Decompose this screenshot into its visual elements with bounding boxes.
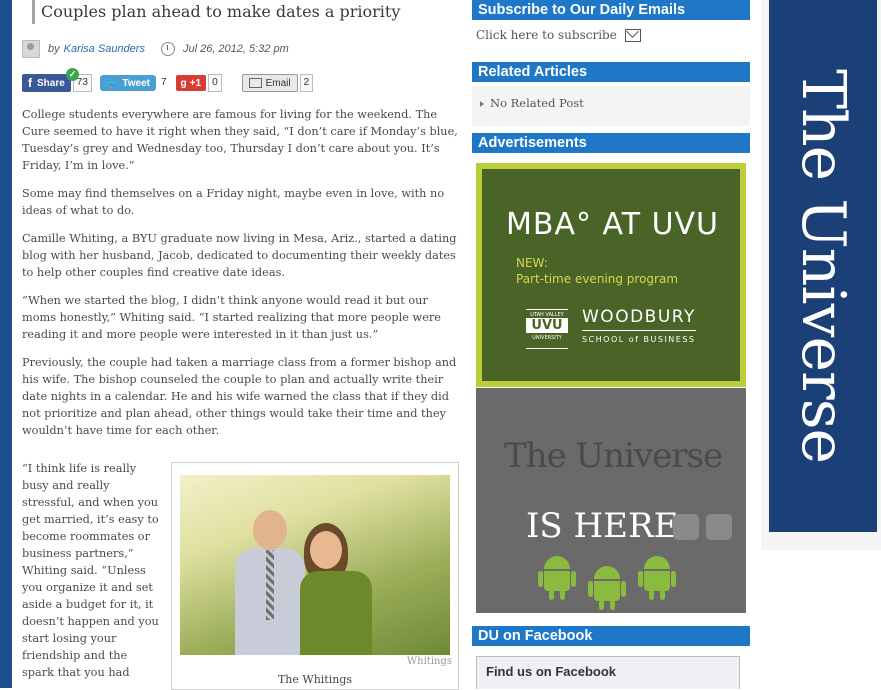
article-paragraph: Some may find themselves on a Friday nig… [22,187,445,217]
author-avatar-icon [22,40,40,58]
android-icon [538,556,576,600]
photo-watermark: Whitings [406,656,452,667]
related-item: No Related Post [480,96,584,110]
clock-icon [160,42,175,56]
universe-advertisement[interactable]: The Universe IS HERE [476,388,746,613]
universe-banner-text: The Universe [788,68,858,464]
facebook-share-button[interactable]: f Share ✓ [22,68,79,92]
advertisements-heading: Advertisements [472,133,750,153]
woman-head [310,531,342,569]
android-icon [638,556,676,600]
android-leg-left [599,600,604,610]
mba-new-text: NEW: Part-time evening program [516,255,678,287]
uvu-logo-main: UVU [526,318,568,333]
facebook-widget-label: Find us on Facebook [486,664,617,679]
woodbury-logo: WOODBURY SCHOOL of BUSINESS [582,307,696,344]
facebook-widget-box[interactable]: Find us on Facebook [476,656,740,689]
mba-ad-panel: MBA° AT UVU NEW: Part-time evening progr… [482,169,740,381]
email-label: Email [265,77,291,89]
android-head [644,556,670,569]
man-head [253,510,287,550]
related-articles-heading: Related Articles [472,62,750,82]
facebook-widget-heading: DU on Facebook [472,626,750,646]
tweet-label: Tweet [122,77,150,89]
facebook-icon: f [28,76,32,90]
universe-ad-tagline: IS HERE [526,506,679,546]
android-arm-left [588,581,593,597]
woodbury-school-line: SCHOOL of BUSINESS [582,335,696,344]
tweet-count: 7 [160,77,167,88]
related-item-label: No Related Post [490,96,584,110]
apple-icon [673,514,699,540]
man-figure [235,510,305,655]
android-icon [588,566,626,610]
uvu-logo: UTAH VALLEY UVU UNIVERSITY [526,309,568,349]
article-paragraph: Camille Whiting, a BYU graduate now livi… [22,232,457,279]
android-arm-left [638,571,643,587]
byline: by Karisa Saunders Jul 26, 2012, 5:32 pm [22,40,289,58]
android-body [594,581,620,601]
google-plus-label: +1 [189,77,202,89]
android-arm-right [671,571,676,587]
android-arm-left [538,571,543,587]
tweet-button[interactable]: 🐦 Tweet [99,75,156,91]
facebook-share-label: Share [37,77,65,89]
man-tie [266,550,274,620]
android-arm-right [621,581,626,597]
article-paragraph: Previously, the couple had taken a marri… [22,356,457,437]
android-arm-right [571,571,576,587]
mba-title: MBA° AT UVU [506,207,720,242]
article-photo-frame: Whitings The Whitings [171,462,459,690]
subscribe-link[interactable]: Click here to subscribe [476,28,641,42]
email-count: 2 [299,74,314,92]
byline-prefix: by [48,43,60,55]
article-side-paragraph: “I think life is really busy and really … [22,462,159,679]
checkmark-icon: ✓ [66,68,79,81]
article-paragraph: “When we started the blog, I didn’t thin… [22,294,441,341]
android-leg-left [649,590,654,600]
article-title: Couples plan ahead to make dates a prior… [41,2,401,21]
subscribe-heading: Subscribe to Our Daily Emails [472,0,750,20]
android-small-icon [706,514,732,540]
google-plus-icon: g [180,77,187,89]
envelope-icon [248,78,262,88]
article-paragraph: College students everywhere are famous f… [22,108,458,172]
mba-advertisement[interactable]: MBA° AT UVU NEW: Part-time evening progr… [476,163,746,387]
google-plus-count: 0 [208,74,222,92]
android-head [594,566,620,579]
mail-icon [624,28,641,42]
woman-figure [300,523,372,655]
uvu-logo-bottom: UNIVERSITY [532,335,562,341]
woodbury-name: WOODBURY [582,307,696,331]
article-body: College students everywhere are famous f… [22,106,460,450]
universe-ad-logo: The Universe [504,436,723,476]
subscribe-link-label: Click here to subscribe [476,28,617,42]
android-body [544,571,570,591]
publish-date: Jul 26, 2012, 5:32 pm [182,43,289,55]
android-leg-right [660,590,665,600]
android-head [544,556,570,569]
twitter-bird-icon: 🐦 [105,77,119,89]
mba-new-label: NEW: [516,256,548,270]
android-leg-right [560,590,565,600]
left-rail [0,0,12,688]
share-toolbar: f Share ✓ 73 🐦 Tweet 7 g +1 0 Email 2 [22,68,314,94]
woman-top [300,571,372,655]
mba-new-description: Part-time evening program [516,272,679,286]
google-plus-button[interactable]: g +1 [175,75,207,91]
android-leg-right [610,600,615,610]
author-link[interactable]: Karisa Saunders [64,43,145,55]
email-share-button[interactable]: Email [241,74,298,92]
article-title-bar: Couples plan ahead to make dates a prior… [32,0,457,24]
bullet-triangle-icon [480,101,484,107]
couple-photo[interactable] [180,475,450,655]
photo-caption: The Whitings [277,673,353,686]
android-leg-left [549,590,554,600]
android-body [644,571,670,591]
